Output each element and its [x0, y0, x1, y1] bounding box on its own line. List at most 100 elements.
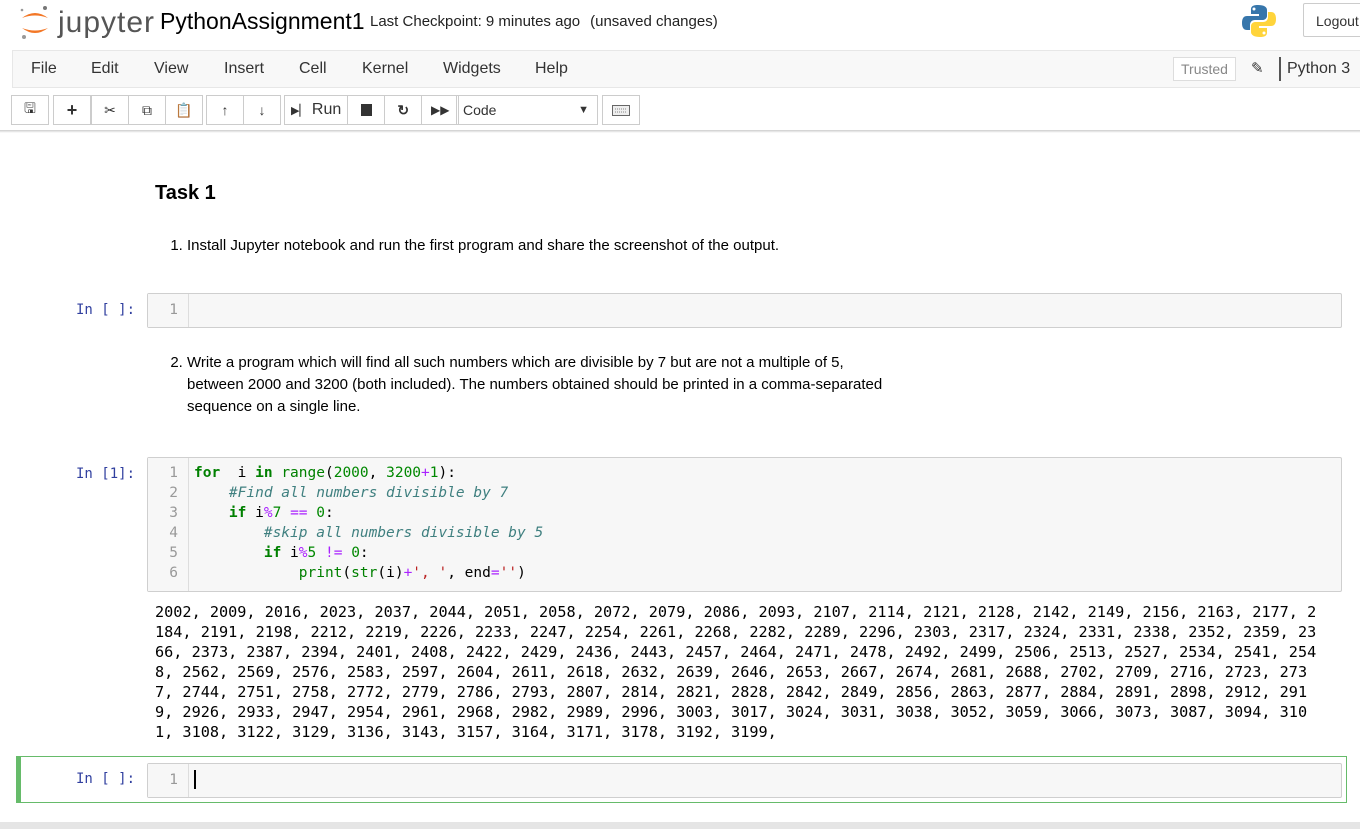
copy-button[interactable]: ⧉: [128, 95, 166, 125]
code-token: i: [281, 545, 299, 561]
kernel-name: Python 3: [1279, 57, 1350, 81]
line-numbers: 1 2 3 4 5 6: [148, 458, 189, 591]
code-token: :: [325, 505, 334, 521]
fast-forward-icon: ▶▶: [431, 103, 450, 117]
code-token: 2000: [333, 465, 369, 481]
stop-icon: [360, 104, 372, 116]
line-number: 6: [169, 565, 178, 581]
plus-icon: +: [66, 99, 78, 120]
save-icon: 🖫: [24, 100, 36, 116]
keyboard-shortcuts-button[interactable]: [602, 95, 640, 125]
code-token: #skip all numbers divisible by 5: [263, 525, 544, 541]
code-cell-input[interactable]: 1: [147, 293, 1342, 328]
menu-insert[interactable]: Insert: [224, 60, 264, 78]
code-line: if i%7 == 0:: [194, 503, 543, 523]
code-cell-input[interactable]: 123456 for i in range(2000, 3200+1): #Fi…: [147, 457, 1342, 592]
unsaved-status: (unsaved changes): [590, 13, 718, 30]
save-button[interactable]: 🖫: [11, 95, 49, 125]
header: jupyter PythonAssignment1 Last Checkpoin…: [0, 0, 1360, 50]
code-line: print(str(i)+', ', end=''): [194, 563, 543, 583]
move-down-button[interactable]: ↓: [243, 95, 281, 125]
pencil-icon[interactable]: ✎: [1251, 59, 1264, 77]
keyboard-icon: [612, 104, 630, 116]
arrow-down-icon: ↓: [258, 102, 266, 118]
menu-edit[interactable]: Edit: [91, 60, 119, 78]
code-token: #Find all numbers divisible by 7: [228, 485, 509, 501]
cut-button[interactable]: ✂: [91, 95, 129, 125]
task-title: Task 1: [155, 182, 216, 204]
code-token: +: [421, 465, 430, 481]
code-token: str: [351, 565, 378, 581]
markdown-cell-1: Install Jupyter notebook and run the fir…: [155, 235, 875, 257]
cell-type-value: Code: [463, 102, 497, 118]
run-button[interactable]: ▶▏ Run: [284, 95, 349, 125]
line-number: 4: [169, 525, 178, 541]
menu-view[interactable]: View: [154, 60, 188, 78]
code-token: in: [255, 465, 273, 481]
scissors-icon: ✂: [104, 101, 116, 118]
step-forward-icon: ▶▏: [291, 104, 308, 117]
code-token: 0: [316, 505, 325, 521]
restart-button[interactable]: ↻: [384, 95, 423, 125]
paste-button[interactable]: 📋: [165, 95, 203, 125]
caret-down-icon: ▼: [578, 104, 589, 116]
code-token: =: [490, 565, 500, 581]
code-token: ==: [290, 505, 308, 521]
trusted-indicator[interactable]: Trusted: [1173, 57, 1236, 81]
cell-type-select[interactable]: Code ▼: [456, 95, 598, 125]
interrupt-button[interactable]: [347, 95, 386, 125]
restart-icon: ↻: [397, 101, 410, 118]
code-token: for: [194, 465, 221, 481]
code-token: ,: [368, 465, 387, 481]
paste-icon: 📋: [175, 101, 193, 118]
code-token: i: [246, 505, 264, 521]
jupyter-logo[interactable]: jupyter: [18, 4, 155, 42]
code-token: %: [298, 545, 308, 561]
code-editor[interactable]: [194, 770, 196, 789]
restart-run-all-button[interactable]: ▶▶: [421, 95, 460, 125]
checkpoint-status: Last Checkpoint: 9 minutes ago (unsaved c…: [370, 13, 718, 30]
line-number: 1: [169, 772, 178, 788]
menubar: File Edit View Insert Cell Kernel Widget…: [12, 50, 1360, 88]
code-token: :: [359, 545, 369, 561]
code-token: if: [228, 505, 247, 521]
insert-cell-button[interactable]: +: [53, 95, 91, 125]
code-token: 1: [429, 465, 439, 481]
cell-prompt: In [ ]:: [76, 771, 136, 787]
code-token: , end: [447, 565, 491, 581]
menu-kernel[interactable]: Kernel: [362, 60, 408, 78]
code-token: +: [403, 565, 413, 581]
line-number: 1: [169, 302, 178, 318]
code-token: if: [263, 545, 282, 561]
code-token: %: [263, 505, 273, 521]
menu-file[interactable]: File: [31, 60, 57, 78]
code-token: print: [298, 565, 343, 581]
line-number: 5: [169, 545, 178, 561]
code-token: ', ': [412, 565, 448, 581]
code-editor[interactable]: for i in range(2000, 3200+1): #Find all …: [194, 463, 543, 583]
code-token: (i): [377, 565, 404, 581]
move-up-button[interactable]: ↑: [206, 95, 244, 125]
cell-output: 2002, 2009, 2016, 2023, 2037, 2044, 2051…: [155, 603, 1317, 741]
menu-cell[interactable]: Cell: [299, 60, 327, 78]
notebook-name[interactable]: PythonAssignment1: [160, 8, 365, 35]
menu-widgets[interactable]: Widgets: [443, 60, 501, 78]
arrow-up-icon: ↑: [221, 102, 229, 118]
checkpoint-text: Last Checkpoint: 9 minutes ago: [370, 13, 581, 30]
code-token: 0: [351, 545, 360, 561]
code-line: if i%5 != 0:: [194, 543, 543, 563]
toolbar-shadow: [0, 130, 1360, 133]
code-token: (: [342, 565, 352, 581]
code-token: (: [324, 465, 334, 481]
menu-help[interactable]: Help: [535, 60, 568, 78]
logout-button[interactable]: Logout: [1303, 3, 1360, 37]
code-cell-input[interactable]: 1: [147, 763, 1342, 798]
code-line: #Find all numbers divisible by 7: [194, 483, 543, 503]
